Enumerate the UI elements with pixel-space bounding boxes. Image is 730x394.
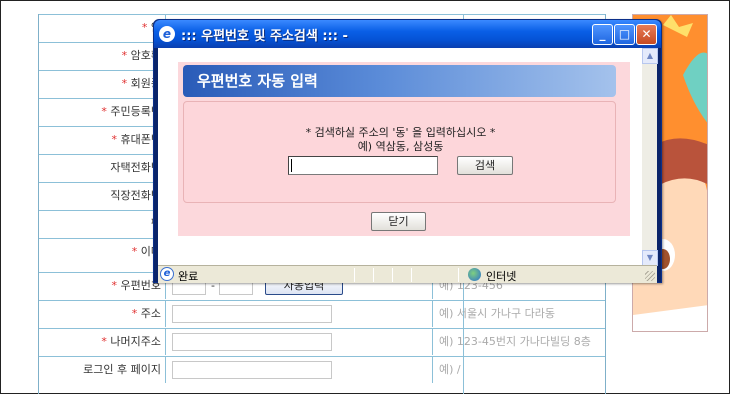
- status-bar: e 완료 인터넷: [158, 265, 657, 283]
- field-hint: 예) 서울시 가나구 다라동: [432, 301, 555, 327]
- resize-grip-icon[interactable]: [645, 271, 655, 281]
- form-row-login-page: 로그인 후 페이지 예) /: [39, 356, 605, 383]
- minimize-button[interactable]: _: [592, 24, 613, 45]
- field-label: * 암: [39, 15, 166, 41]
- field-label: * 나머지주소: [39, 329, 166, 355]
- field-label: * 휴대폰번: [39, 127, 166, 153]
- popup-title: ::: 우편번호 및 주소검색 ::: -: [181, 29, 348, 44]
- form-row-address: * 주소 예) 서울시 가나구 다라동: [39, 300, 605, 327]
- required-mark: *: [121, 49, 128, 62]
- field-label: 직장전화번: [39, 183, 166, 209]
- scroll-up-icon[interactable]: ▲: [642, 48, 658, 64]
- popup-title-bar[interactable]: e ::: 우편번호 및 주소검색 ::: - _ □ ✕: [154, 20, 661, 48]
- panel-title: 우편번호 자동 입력: [197, 72, 318, 90]
- panel-header: 우편번호 자동 입력: [183, 65, 616, 97]
- required-mark: *: [131, 307, 138, 320]
- search-box: * 검색하실 주소의 '동' 을 입력하십시오 * 예) 역삼동, 삼성동 검색: [183, 101, 616, 203]
- close-icon: ✕: [641, 27, 652, 41]
- field-hint: 예) /: [432, 357, 461, 383]
- login-page-input[interactable]: [172, 361, 332, 379]
- search-button[interactable]: 검색: [457, 156, 513, 175]
- required-mark: *: [121, 77, 128, 90]
- address-detail-input[interactable]: [172, 333, 332, 351]
- field-hint: 예) 123-45번지 가나다빌딩 8층: [432, 329, 591, 355]
- required-mark: *: [141, 21, 148, 34]
- close-button[interactable]: 닫기: [371, 212, 426, 231]
- status-divider: [354, 268, 355, 282]
- close-window-button[interactable]: ✕: [636, 24, 657, 45]
- scroll-down-icon[interactable]: ▼: [642, 250, 658, 266]
- required-mark: *: [111, 133, 118, 146]
- field-label: * 회원종: [39, 71, 166, 97]
- status-text: 완료: [178, 270, 199, 283]
- ie-icon: e: [159, 26, 175, 42]
- popup-window: e ::: 우편번호 및 주소검색 ::: - _ □ ✕ 우편번호 자동 입력…: [153, 19, 662, 283]
- required-mark: *: [101, 335, 107, 348]
- field-label: 로그인 후 페이지: [39, 357, 166, 383]
- required-mark: *: [101, 105, 107, 118]
- required-mark: *: [131, 245, 138, 258]
- internet-zone-icon: [468, 268, 481, 281]
- zipcode-panel: 우편번호 자동 입력 * 검색하실 주소의 '동' 을 입력하십시오 * 예) …: [178, 62, 630, 236]
- field-label: * 우편번호: [39, 273, 166, 299]
- minimize-icon: _: [599, 27, 606, 41]
- popup-content-area: 우편번호 자동 입력 * 검색하실 주소의 '동' 을 입력하십시오 * 예) …: [158, 48, 658, 266]
- field-label: * 주민등록번: [39, 99, 166, 125]
- status-divider: [392, 268, 393, 282]
- address-input[interactable]: [172, 305, 332, 323]
- example-text: 예) 역삼동, 삼성동: [357, 140, 444, 153]
- status-divider: [458, 268, 459, 282]
- dong-search-input[interactable]: [288, 156, 438, 175]
- required-mark: *: [111, 279, 118, 292]
- maximize-button[interactable]: □: [614, 24, 635, 45]
- status-divider: [373, 268, 374, 282]
- field-label: 자택전화번: [39, 155, 166, 181]
- status-divider: [411, 268, 412, 282]
- field-label: * 암호확: [39, 43, 166, 69]
- field-label: 팩: [39, 211, 166, 237]
- field-label: * 이메: [39, 239, 166, 265]
- zone-text: 인터넷: [486, 270, 517, 283]
- maximize-icon: □: [618, 27, 631, 41]
- form-row-address-detail: * 나머지주소 예) 123-45번지 가나다빌딩 8층: [39, 328, 605, 355]
- vertical-scrollbar[interactable]: ▲ ▼: [641, 48, 658, 266]
- field-label: * 주소: [39, 301, 166, 327]
- page-icon: e: [160, 267, 174, 281]
